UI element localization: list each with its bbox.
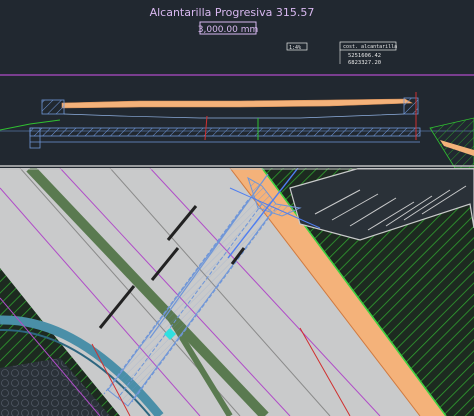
culvert-barrel — [29, 127, 421, 137]
headwall-left — [41, 99, 65, 115]
embankment-slope — [63, 113, 405, 119]
section-title: Alcantarilla Progresiva 315.57 — [150, 6, 315, 19]
coord-tag-line1: 5251606.42 — [348, 53, 381, 59]
plan-view[interactable] — [0, 168, 474, 416]
profile-section-view[interactable]: Alcantarilla Progresiva 315.57 3,000.00 … — [0, 0, 474, 168]
slope-tag: 1:4% — [289, 45, 301, 51]
coord-tag-title: cost. alcantarilla — [343, 44, 397, 50]
cad-viewport[interactable]: Alcantarilla Progresiva 315.57 3,000.00 … — [0, 0, 474, 416]
coord-tag-line2: 6823327.20 — [348, 60, 381, 66]
dimension-label: 3,000.00 mm — [198, 25, 258, 35]
terrain-right-hatch — [429, 117, 474, 168]
road-surface-profile — [61, 98, 414, 109]
